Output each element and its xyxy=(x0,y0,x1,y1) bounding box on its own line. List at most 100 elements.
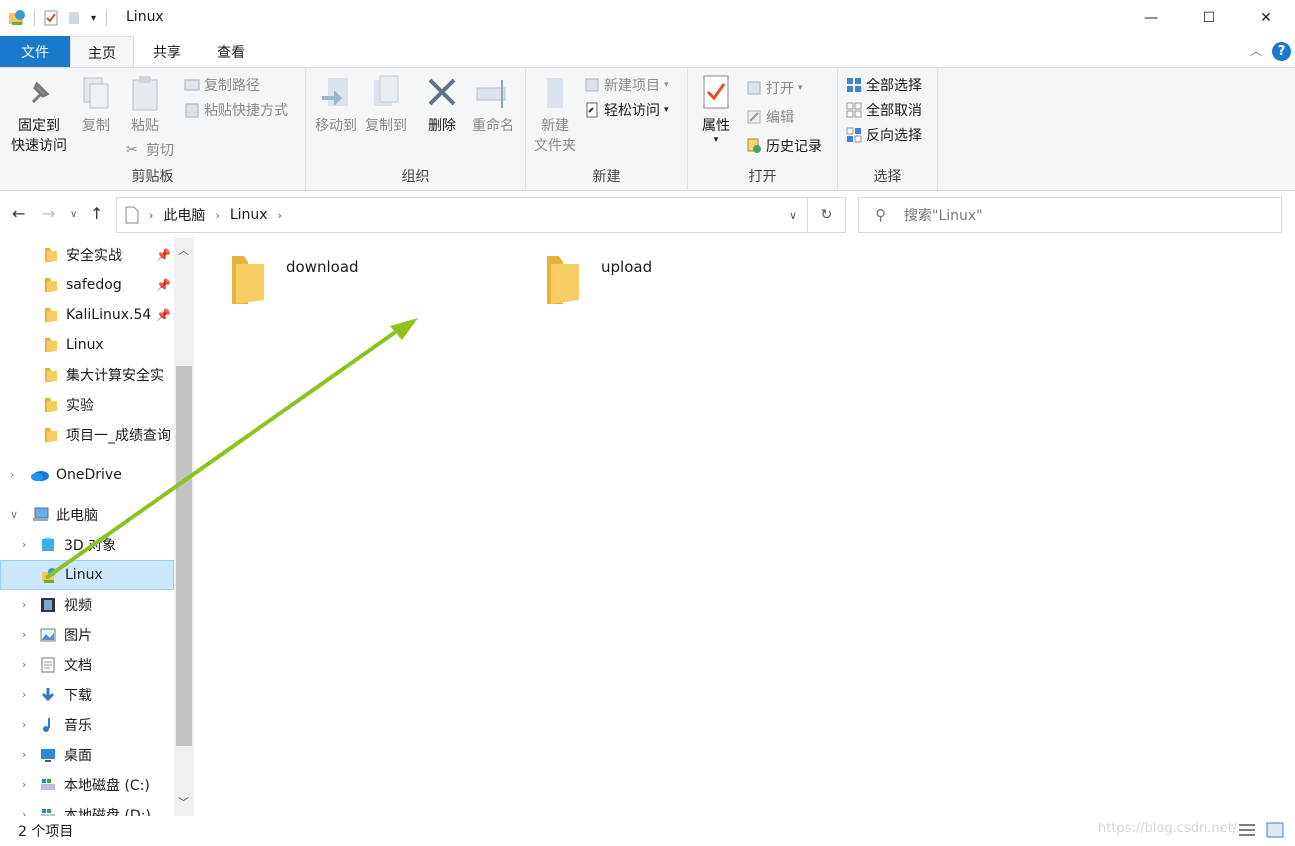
nav-item-quick-access[interactable]: safedog 📌 xyxy=(0,270,174,300)
nav-item-quick-access[interactable]: KaliLinux.54 📌 xyxy=(0,300,174,330)
cut-button[interactable]: ✂ 剪切 xyxy=(126,139,174,161)
paste-button[interactable]: 粘贴 xyxy=(124,74,166,136)
address-field[interactable]: › 此电脑 › Linux › ∨ xyxy=(116,197,808,233)
pin-icon[interactable]: 📌 xyxy=(156,278,171,292)
minimize-button[interactable]: — xyxy=(1122,0,1180,36)
rename-button[interactable]: 重命名 xyxy=(468,74,518,136)
page-icon xyxy=(125,206,139,224)
invert-selection-label: 反向选择 xyxy=(866,128,922,144)
folder-icon xyxy=(547,256,579,304)
3d-objects-icon xyxy=(42,537,54,551)
edit-icon xyxy=(747,110,761,124)
nav-scrollbar[interactable]: ︿ ﹀ xyxy=(174,238,194,816)
select-all-button[interactable]: 全部选择 xyxy=(846,74,922,96)
nav-scroll-thumb[interactable] xyxy=(176,366,192,746)
nav-item-pc[interactable]: 3D 对象 xyxy=(0,530,174,560)
new-folder-button[interactable]: 新建 文件夹 xyxy=(530,74,580,156)
forward-arrow-icon[interactable]: → xyxy=(42,204,55,223)
customize-quick-access-icon[interactable]: ▾ xyxy=(91,13,96,24)
nav-item-pc[interactable]: 桌面 xyxy=(0,740,174,770)
nav-item-label: 安全实战 xyxy=(66,248,122,264)
pin-icon[interactable]: 📌 xyxy=(156,248,171,262)
delete-button[interactable]: 删除 xyxy=(420,74,464,136)
invert-selection-button[interactable]: 反向选择 xyxy=(846,124,922,146)
nav-item-pc[interactable]: Linux xyxy=(0,560,174,590)
file-list-pane[interactable]: download upload xyxy=(200,238,1295,816)
easy-access-button[interactable]: 轻松访问 ▾ xyxy=(584,99,669,121)
history-button[interactable]: 历史记录 xyxy=(746,135,822,157)
nav-item-quick-access[interactable]: 安全实战 📌 xyxy=(0,240,174,270)
new-folder-quick-icon[interactable] xyxy=(67,10,81,26)
refresh-button[interactable]: ↻ xyxy=(808,197,846,233)
nav-item-pc[interactable]: 音乐 xyxy=(0,710,174,740)
tab-home[interactable]: 主页 xyxy=(70,36,134,68)
nav-item-quick-access[interactable]: 项目一_成绩查询 xyxy=(0,420,174,450)
large-icons-view-icon[interactable] xyxy=(1266,822,1284,838)
breadcrumb-separator-icon[interactable]: › xyxy=(149,209,153,222)
new-item-label: 新建项目 xyxy=(604,78,660,94)
copy-path-button[interactable]: 复制路径 xyxy=(184,74,260,96)
rename-label: 重命名 xyxy=(472,118,514,134)
separator xyxy=(34,10,35,26)
up-arrow-icon[interactable]: ↑ xyxy=(90,204,103,223)
tab-share[interactable]: 共享 xyxy=(136,36,198,67)
nav-item-label: safedog xyxy=(66,277,122,293)
select-none-button[interactable]: 全部取消 xyxy=(846,99,922,121)
edit-label: 编辑 xyxy=(766,110,794,126)
breadcrumb-this-pc[interactable]: 此电脑 xyxy=(163,205,205,225)
breadcrumb-linux[interactable]: Linux xyxy=(230,207,268,223)
status-bar: 2 个项目 https://blog.csdn.net/ xyxy=(0,816,1295,846)
nav-item-quick-access[interactable]: 实验 xyxy=(0,390,174,420)
scroll-down-icon[interactable]: ﹀ xyxy=(178,794,189,810)
pin-to-quick-access-button[interactable]: 固定到 快速访问 xyxy=(6,74,72,156)
nav-item-onedrive[interactable]: OneDrive xyxy=(0,460,174,490)
properties-button[interactable]: 属性 ▾ xyxy=(696,74,736,145)
folder-item-upload[interactable]: upload xyxy=(545,254,652,306)
paste-shortcut-button[interactable]: 粘贴快捷方式 xyxy=(184,99,288,121)
pin-icon[interactable]: 📌 xyxy=(156,308,171,322)
search-box[interactable]: ⚲ 搜索"Linux" xyxy=(858,197,1282,233)
details-view-icon[interactable] xyxy=(1238,822,1256,838)
scroll-up-icon[interactable]: ︿ xyxy=(178,242,189,258)
nav-item-pc[interactable]: 本地磁盘 (D:) xyxy=(0,800,174,816)
properties-quick-icon[interactable] xyxy=(43,10,59,26)
nav-item-pc[interactable]: 本地磁盘 (C:) xyxy=(0,770,174,800)
tab-view[interactable]: 查看 xyxy=(200,36,262,67)
paste-shortcut-label: 粘贴快捷方式 xyxy=(204,103,288,119)
cut-label: 剪切 xyxy=(146,143,174,159)
address-dropdown-icon[interactable]: ∨ xyxy=(789,209,797,222)
close-button[interactable]: ✕ xyxy=(1237,0,1295,36)
nav-item-pc[interactable]: 视频 xyxy=(0,590,174,620)
folder-item-download[interactable]: download xyxy=(230,254,359,306)
copy-path-icon xyxy=(184,79,200,91)
maximize-button[interactable]: ☐ xyxy=(1180,0,1238,36)
delete-label: 删除 xyxy=(428,118,456,134)
copy-to-button[interactable]: 复制到 xyxy=(362,74,410,136)
nav-item-pc[interactable]: 图片 xyxy=(0,620,174,650)
breadcrumb-separator-icon[interactable]: › xyxy=(278,209,282,222)
move-to-label: 移动到 xyxy=(315,118,357,134)
folder-icon xyxy=(45,338,57,352)
breadcrumb-separator-icon[interactable]: › xyxy=(215,209,219,222)
tab-file[interactable]: 文件 xyxy=(0,36,70,67)
properties-label: 属性 xyxy=(702,118,730,134)
copy-button[interactable]: 复制 xyxy=(76,74,116,136)
organize-group: 移动到 复制到 删除 重命名 组织 xyxy=(306,68,526,190)
open-button[interactable]: 打开 ▾ xyxy=(746,77,803,99)
new-item-button[interactable]: 新建项目 ▾ xyxy=(584,74,669,96)
collapse-ribbon-icon[interactable]: ︿ xyxy=(1250,42,1262,59)
recent-locations-chevron-icon[interactable]: ∨ xyxy=(70,209,77,220)
nav-item-pc[interactable]: 文档 xyxy=(0,650,174,680)
network-drive-icon xyxy=(42,568,56,583)
nav-item-quick-access[interactable]: Linux xyxy=(0,330,174,360)
nav-item-this-pc[interactable]: 此电脑 xyxy=(0,500,174,530)
nav-item-pc[interactable]: 下载 xyxy=(0,680,174,710)
move-to-button[interactable]: 移动到 xyxy=(312,74,360,136)
pin-icon xyxy=(31,81,50,104)
nav-item-quick-access[interactable]: 集大计算安全实 xyxy=(0,360,174,390)
edit-button[interactable]: 编辑 xyxy=(746,106,794,128)
explorer-app-icon[interactable] xyxy=(8,9,28,27)
open-icon xyxy=(747,81,761,95)
help-icon[interactable]: ? xyxy=(1272,42,1291,61)
back-arrow-icon[interactable]: ← xyxy=(12,204,25,223)
